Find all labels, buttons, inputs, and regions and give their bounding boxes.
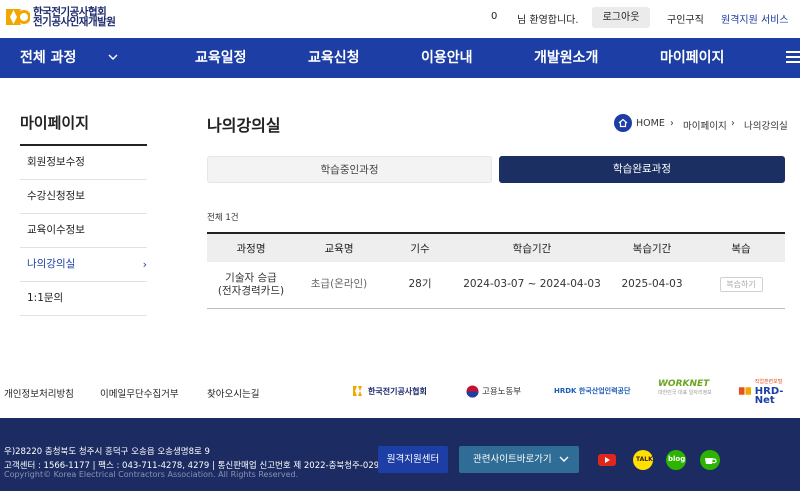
naver-cafe-icon[interactable] (700, 450, 720, 470)
partner-label: HRDK 한국산업인력공단 (554, 387, 631, 395)
course-tabs: 학습중인과정 학습완료과정 (207, 156, 785, 183)
jobs-link[interactable]: 구인구직 (667, 11, 704, 26)
related-sites-label: 관련사이트바로가기 (473, 454, 552, 465)
sidebar-item-label: 1:1문의 (27, 292, 64, 304)
partner-label: WORKNET (658, 379, 710, 389)
kec-logo-icon (6, 9, 30, 25)
page-title: 나의강의실 (207, 116, 281, 135)
sidebar-item-edit-profile[interactable]: 회원정보수정 (20, 146, 147, 180)
site-logo[interactable]: 한국전기공사협회 전기공사인재개발원 (4, 6, 116, 28)
partner-hrdnet[interactable]: 직업훈련포털 HRD-Net (738, 379, 800, 406)
col-term: 기수 (383, 232, 457, 262)
nav-item-apply[interactable]: 교육신청 (308, 38, 360, 78)
review-button[interactable]: 복습하기 (719, 277, 763, 293)
chevron-down-icon (559, 456, 569, 462)
partner-sublabel: 대한민국 대표 일자리정보 (658, 390, 712, 396)
email-refusal-link[interactable]: 이메일무단수집거부 (100, 386, 179, 400)
chevron-down-icon[interactable] (108, 53, 118, 61)
tab-in-progress[interactable]: 학습중인과정 (207, 156, 492, 183)
study-period-cell: 2024-03-07 ~ 2024-04-03 (457, 262, 607, 309)
all-courses-menu[interactable]: 전체 과정 (20, 38, 76, 78)
remote-service-link[interactable]: 원격지원 서비스 (721, 11, 789, 26)
main-nav: 전체 과정 교육일정 교육신청 이용안내 개발원소개 마이페이지 (0, 38, 800, 78)
course-title: 기술자 승급 (225, 271, 277, 284)
logout-button[interactable]: 로그아웃 (592, 7, 650, 28)
course-subtitle: (전자경력카드) (217, 284, 285, 297)
breadcrumb-mypage[interactable]: 마이페이지 (683, 118, 727, 132)
partner-label: 고용노동부 (482, 387, 522, 397)
col-course: 과정명 (207, 232, 295, 262)
partner-label: HRD-Net (754, 385, 784, 406)
remote-center-button[interactable]: 원격지원센터 (378, 446, 448, 473)
directions-link[interactable]: 찾아오시는길 (207, 386, 259, 400)
youtube-icon[interactable] (597, 450, 617, 470)
nav-item-about[interactable]: 개발원소개 (534, 38, 598, 78)
partner-moel[interactable]: 고용노동부 (466, 380, 521, 402)
sidebar-item-inquiry[interactable]: 1:1문의 (20, 282, 147, 316)
kec-logo-icon (353, 386, 362, 396)
sidebar-item-label: 수강신청정보 (27, 190, 85, 202)
review-period-cell: 2025-04-03 (607, 262, 697, 309)
naver-blog-label: blog (668, 455, 686, 463)
breadcrumb-separator-icon: › (731, 118, 735, 129)
term-cell: 28기 (383, 262, 457, 309)
col-review-period: 복습기간 (607, 232, 697, 262)
nav-item-mypage[interactable]: 마이페이지 (660, 38, 724, 78)
sidebar-item-label: 회원정보수정 (27, 156, 85, 168)
course-cell: 기술자 승급 (전자경력카드) (207, 262, 295, 309)
col-study-period: 학습기간 (457, 232, 607, 262)
total-count: 전체 1건 (207, 213, 239, 223)
kakaotalk-icon[interactable]: TALK (633, 450, 653, 470)
nav-item-schedule[interactable]: 교육일정 (195, 38, 247, 78)
breadcrumb-separator-icon: › (670, 118, 674, 129)
sidebar-item-label: 교육이수정보 (27, 224, 85, 236)
sidebar-menu: 회원정보수정 수강신청정보 교육이수정보 나의강의실 › 1:1문의 (20, 146, 147, 316)
privacy-policy-link[interactable]: 개인정보처리방침 (4, 386, 74, 400)
footer-copyright: Copyright© Korea Electrical Contractors … (4, 470, 299, 479)
naver-blog-icon[interactable]: blog (666, 450, 686, 470)
level-cell: 초급(온라인) (295, 262, 383, 309)
table-row: 기술자 승급 (전자경력카드) 초급(온라인) 28기 2024-03-07 ~… (207, 262, 785, 309)
sidebar-item-completion-info[interactable]: 교육이수정보 (20, 214, 147, 248)
course-table: 과정명 교육명 기수 학습기간 복습기간 복습 기술자 승급 (전자경력카드) … (207, 232, 785, 309)
welcome-text: 님 환영합니다. (517, 15, 579, 26)
related-sites-select[interactable]: 관련사이트바로가기 (459, 446, 579, 473)
nav-item-guide[interactable]: 이용안내 (421, 38, 473, 78)
sidebar-item-enrollment-info[interactable]: 수강신청정보 (20, 180, 147, 214)
col-name: 교육명 (295, 232, 383, 262)
home-icon[interactable] (614, 114, 632, 132)
sidebar-item-my-classroom[interactable]: 나의강의실 › (20, 248, 147, 282)
hrdnet-logo-icon (738, 387, 752, 395)
footer-address: 우)28220 충청북도 청주시 흥덕구 오송읍 오송생명8로 9 (4, 447, 210, 457)
sidebar-item-label: 나의강의실 (27, 258, 76, 270)
col-review: 복습 (697, 232, 785, 262)
partner-worknet[interactable]: WORKNET 대한민국 대표 일자리정보 (658, 380, 712, 402)
table-header-row: 과정명 교육명 기수 학습기간 복습기간 복습 (207, 232, 785, 262)
partner-label: 한국전기공사협회 (368, 386, 427, 396)
taegeuk-icon (466, 385, 479, 397)
partner-kec[interactable]: 한국전기공사협회 (352, 380, 427, 402)
logo-subtitle: 전기공사인재개발원 (33, 16, 116, 28)
user-count: 0 (491, 11, 498, 22)
top-bar: 한국전기공사협회 전기공사인재개발원 0 님 환영합니다. 로그아웃 구인구직 … (0, 0, 800, 38)
review-cell: 복습하기 (697, 262, 785, 309)
breadcrumb-current: 나의강의실 (744, 121, 788, 132)
breadcrumb-home[interactable]: HOME (636, 118, 665, 129)
tab-completed[interactable]: 학습완료과정 (499, 156, 785, 183)
chevron-right-icon: › (142, 258, 147, 271)
kakaotalk-label: TALK (636, 456, 653, 463)
partner-hrdk[interactable]: HRDK 한국산업인력공단 (554, 380, 630, 402)
sidebar-title: 마이페이지 (20, 114, 90, 132)
menu-icon[interactable] (786, 51, 800, 63)
